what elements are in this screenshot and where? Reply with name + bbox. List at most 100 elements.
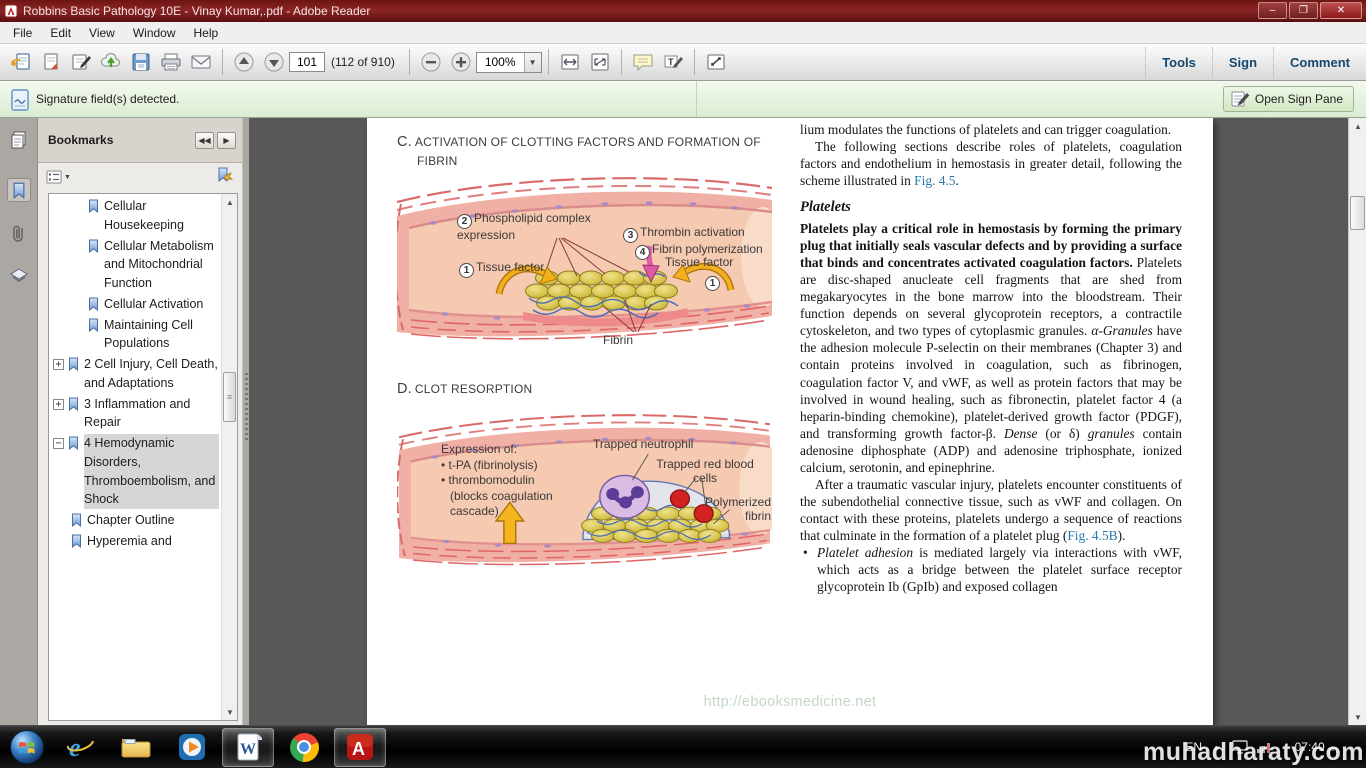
bookmark-item[interactable]: +2 Cell Injury, Cell Death, and Adaptati… bbox=[49, 354, 221, 394]
zoom-out-button[interactable] bbox=[417, 48, 445, 76]
bookmarks-options-button[interactable]: ▼ bbox=[46, 170, 71, 184]
print-button[interactable] bbox=[157, 48, 185, 76]
figure-reference-link[interactable]: Fig. 4.5B bbox=[1067, 528, 1117, 543]
bookmarks-title: Bookmarks bbox=[48, 133, 113, 147]
attachments-icon[interactable] bbox=[7, 222, 31, 246]
fullscreen-button[interactable] bbox=[702, 48, 730, 76]
bookmark-label[interactable]: Cellular Housekeeping bbox=[104, 197, 219, 235]
taskbar-explorer-icon[interactable] bbox=[110, 728, 162, 767]
expression-bullet: • t-PA (fibrinolysis) bbox=[441, 458, 563, 474]
bookmarks-panel-icon[interactable] bbox=[7, 178, 31, 202]
figure-reference-link[interactable]: Fig. 4.5 bbox=[914, 173, 955, 188]
page-thumbnails-icon[interactable] bbox=[7, 128, 31, 152]
taskbar-word-icon[interactable]: W bbox=[222, 728, 274, 767]
bookmark-item[interactable]: Cellular Housekeeping bbox=[49, 196, 221, 236]
bookmark-item[interactable]: Maintaining Cell Populations bbox=[49, 315, 221, 355]
open-file-button[interactable] bbox=[7, 48, 35, 76]
bookmark-expander[interactable]: + bbox=[53, 399, 64, 410]
close-button[interactable]: ✕ bbox=[1320, 2, 1362, 19]
toolbar: (112 of 910) 100% ▼ T Tools Sign Comment bbox=[0, 44, 1366, 81]
tab-comment[interactable]: Comment bbox=[1274, 55, 1366, 70]
clock-time-suffix: م bbox=[1328, 740, 1335, 754]
bookmark-expander[interactable]: − bbox=[53, 438, 64, 449]
tab-tools[interactable]: Tools bbox=[1146, 55, 1212, 70]
fill-sign-button[interactable] bbox=[67, 48, 95, 76]
goto-current-bookmark-button[interactable] bbox=[216, 167, 234, 188]
fit-page-button[interactable] bbox=[586, 48, 614, 76]
minimize-button[interactable]: – bbox=[1258, 2, 1287, 19]
bookmarks-scrollbar[interactable]: ▲ ▼ bbox=[221, 194, 237, 720]
doc-scroll-down-icon[interactable]: ▼ bbox=[1349, 709, 1366, 725]
bookmark-item[interactable]: Chapter Outline bbox=[49, 510, 221, 531]
zoom-caret-icon[interactable]: ▼ bbox=[524, 53, 541, 72]
adobe-reader-app-icon bbox=[4, 4, 18, 18]
bookmark-label[interactable]: Cellular Metabolism and Mitochondrial Fu… bbox=[104, 237, 219, 293]
restore-button[interactable]: ❐ bbox=[1289, 2, 1318, 19]
expand-panel-button[interactable]: ▶ bbox=[217, 132, 236, 149]
sticky-note-button[interactable] bbox=[629, 48, 657, 76]
collapse-panel-button[interactable]: ◀◀ bbox=[195, 132, 214, 149]
scroll-up-icon[interactable]: ▲ bbox=[222, 194, 238, 210]
bookmark-item[interactable]: Cellular Metabolism and Mitochondrial Fu… bbox=[49, 236, 221, 294]
taskbar-adobe-reader-icon[interactable]: A bbox=[334, 728, 386, 767]
open-sign-pane-button[interactable]: Open Sign Pane bbox=[1223, 86, 1354, 112]
send-cloud-button[interactable] bbox=[97, 48, 125, 76]
start-button[interactable] bbox=[10, 730, 44, 764]
pdf-page: C.ACTIVATION OF CLOTTING FACTORS AND FOR… bbox=[367, 118, 1213, 725]
bookmark-label[interactable]: 4 Hemodynamic Disorders, Thromboembolism… bbox=[84, 434, 219, 509]
signature-notification-bar: Signature field(s) detected. Open Sign P… bbox=[0, 81, 1366, 118]
footer-link[interactable]: http://ebooksmedicine.net bbox=[367, 694, 1213, 710]
tray-chevron-icon[interactable]: ▲ bbox=[1212, 743, 1220, 752]
bookmark-expander[interactable]: + bbox=[53, 359, 64, 370]
open-sign-pane-label: Open Sign Pane bbox=[1255, 92, 1343, 106]
bookmark-item[interactable]: +3 Inflammation and Repair bbox=[49, 394, 221, 434]
bookmark-item[interactable]: − 4 Hemodynamic Disorders, Thromboembolis… bbox=[49, 433, 221, 510]
zoom-level-select[interactable]: 100% ▼ bbox=[476, 52, 542, 73]
doc-scroll-up-icon[interactable]: ▲ bbox=[1349, 118, 1366, 134]
scroll-down-icon[interactable]: ▼ bbox=[222, 704, 238, 720]
highlight-text-button[interactable]: T bbox=[659, 48, 687, 76]
text-run: Platelet adhesion bbox=[817, 545, 913, 560]
bookmark-label[interactable]: 2 Cell Injury, Cell Death, and Adaptatio… bbox=[84, 355, 219, 393]
document-scrollbar[interactable]: ▲ ▼ bbox=[1348, 118, 1366, 725]
create-pdf-button[interactable] bbox=[37, 48, 65, 76]
next-page-button[interactable] bbox=[260, 48, 288, 76]
page-number-input[interactable] bbox=[289, 52, 325, 72]
layers-icon[interactable] bbox=[7, 264, 31, 288]
options-caret-icon: ▼ bbox=[64, 174, 71, 181]
bookmark-label[interactable]: Maintaining Cell Populations bbox=[104, 316, 219, 354]
bookmark-item[interactable]: Hyperemia and bbox=[49, 531, 221, 552]
text-run: (or δ) bbox=[1037, 426, 1087, 441]
previous-page-button[interactable] bbox=[230, 48, 258, 76]
clock[interactable]: 07:40 م bbox=[1280, 740, 1350, 755]
tab-sign[interactable]: Sign bbox=[1213, 55, 1273, 70]
bookmarks-scroll-thumb[interactable] bbox=[223, 372, 236, 422]
signature-message: Signature field(s) detected. bbox=[36, 92, 179, 106]
menu-window[interactable]: Window bbox=[124, 23, 185, 43]
panel-splitter[interactable] bbox=[242, 118, 249, 725]
taskbar-media-player-icon[interactable] bbox=[166, 728, 218, 767]
menu-edit[interactable]: Edit bbox=[41, 23, 80, 43]
zoom-in-button[interactable] bbox=[447, 48, 475, 76]
menu-bar: FileEditViewWindowHelp bbox=[0, 22, 1366, 44]
bookmark-icon bbox=[70, 513, 83, 527]
language-indicator[interactable]: EN bbox=[1185, 740, 1202, 754]
tray-display-icon[interactable] bbox=[1232, 740, 1248, 754]
menu-help[interactable]: Help bbox=[185, 23, 228, 43]
bookmark-label[interactable]: Hyperemia and bbox=[87, 532, 172, 551]
bookmark-icon bbox=[87, 318, 100, 332]
bookmark-label[interactable]: 3 Inflammation and Repair bbox=[84, 395, 219, 433]
email-button[interactable] bbox=[187, 48, 215, 76]
bookmark-item[interactable]: Cellular Activation bbox=[49, 294, 221, 315]
menu-file[interactable]: File bbox=[4, 23, 41, 43]
bookmark-label[interactable]: Chapter Outline bbox=[87, 511, 175, 530]
page-count-label: (112 of 910) bbox=[331, 55, 395, 69]
taskbar-chrome-icon[interactable] bbox=[278, 728, 330, 767]
tray-network-icon[interactable] bbox=[1256, 740, 1272, 754]
document-scroll-thumb[interactable] bbox=[1350, 196, 1365, 230]
fit-width-button[interactable] bbox=[556, 48, 584, 76]
save-button[interactable] bbox=[127, 48, 155, 76]
bookmark-label[interactable]: Cellular Activation bbox=[104, 295, 203, 314]
taskbar-ie-icon[interactable]: e bbox=[54, 728, 106, 767]
menu-view[interactable]: View bbox=[80, 23, 124, 43]
